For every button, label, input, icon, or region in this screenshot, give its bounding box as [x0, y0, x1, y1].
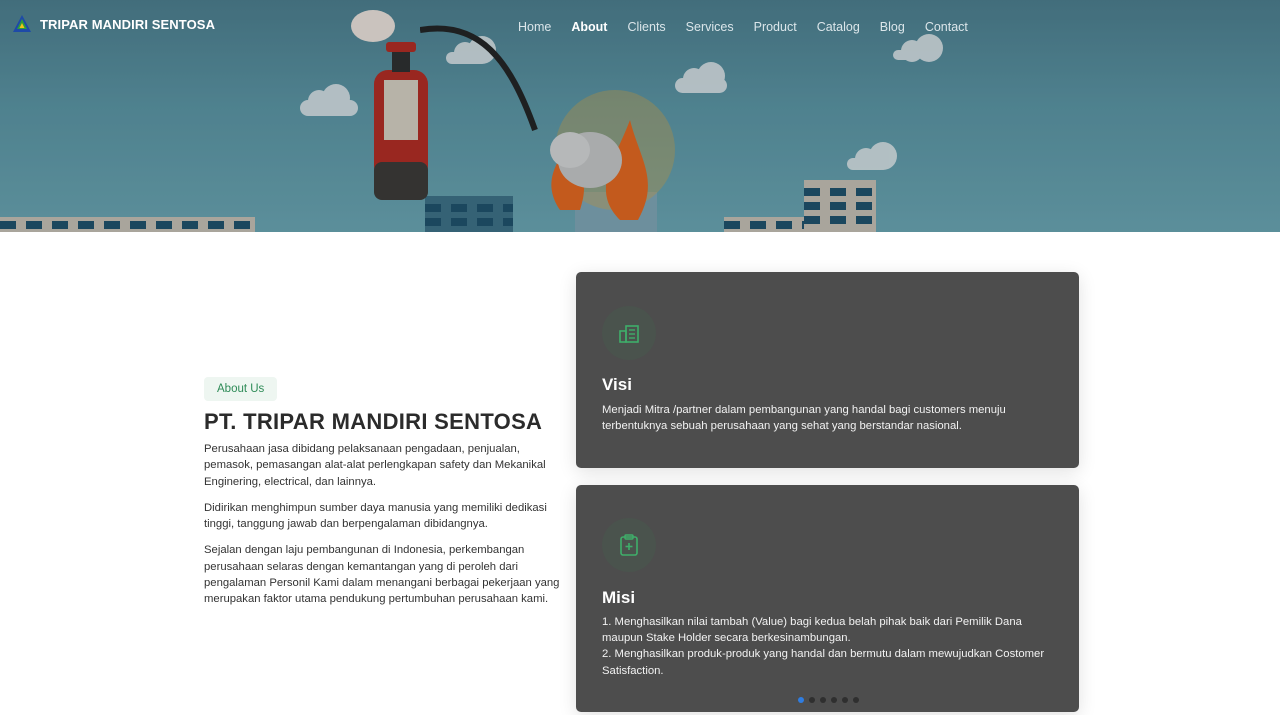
misi-card: Misi 1. Menghasilkan nilai tambah (Value…	[576, 485, 1079, 712]
carousel-dot[interactable]	[820, 697, 826, 703]
visi-text: Menjadi Mitra /partner dalam pembangunan…	[602, 404, 1006, 433]
nav-product[interactable]: Product	[744, 20, 807, 34]
main-nav: Home About Clients Services Product Cata…	[508, 20, 978, 34]
page-title: PT. TRIPAR MANDIRI SENTOSA	[204, 409, 543, 434]
brand[interactable]: TRIPAR MANDIRI SENTOSA	[12, 14, 215, 34]
misi-text: 1. Menghasilkan nilai tambah (Value) bag…	[602, 614, 1055, 679]
triangle-logo-icon	[13, 15, 31, 32]
about-paragraph: Didirikan menghimpun sumber daya manusia…	[204, 501, 547, 531]
brand-name: TRIPAR MANDIRI SENTOSA	[40, 16, 216, 32]
hero-banner	[0, 0, 1280, 232]
misi-title: Misi	[602, 588, 636, 607]
buildings-icon	[602, 306, 656, 360]
carousel-dot[interactable]	[831, 697, 837, 703]
carousel-dot[interactable]	[809, 697, 815, 703]
nav-clients[interactable]: Clients	[617, 20, 675, 34]
carousel-dot[interactable]	[842, 697, 848, 703]
visi-card: Visi Menjadi Mitra /partner dalam pemban…	[576, 272, 1079, 468]
misi-line: 1. Menghasilkan nilai tambah (Value) bag…	[602, 616, 1022, 645]
nav-blog[interactable]: Blog	[870, 20, 915, 34]
nav-catalog[interactable]: Catalog	[807, 20, 870, 34]
clipboard-icon	[602, 518, 656, 572]
carousel-dot[interactable]	[853, 697, 859, 703]
about-paragraph: Perusahaan jasa dibidang pelaksanaan pen…	[204, 443, 546, 488]
nav-contact[interactable]: Contact	[915, 20, 978, 34]
about-section: About Us PT. TRIPAR MANDIRI SENTOSA Peru…	[204, 377, 564, 608]
nav-about[interactable]: About	[561, 20, 617, 34]
visi-title: Visi	[602, 375, 632, 394]
carousel-dots	[798, 697, 859, 703]
nav-home[interactable]: Home	[508, 20, 561, 34]
misi-line: 2. Menghasilkan produk-produk yang handa…	[602, 648, 1045, 677]
about-paragraph: Sejalan dengan laju pembangunan di Indon…	[204, 544, 560, 606]
about-badge: About Us	[204, 377, 278, 401]
nav-services[interactable]: Services	[676, 20, 744, 34]
carousel-dot[interactable]	[798, 697, 804, 703]
